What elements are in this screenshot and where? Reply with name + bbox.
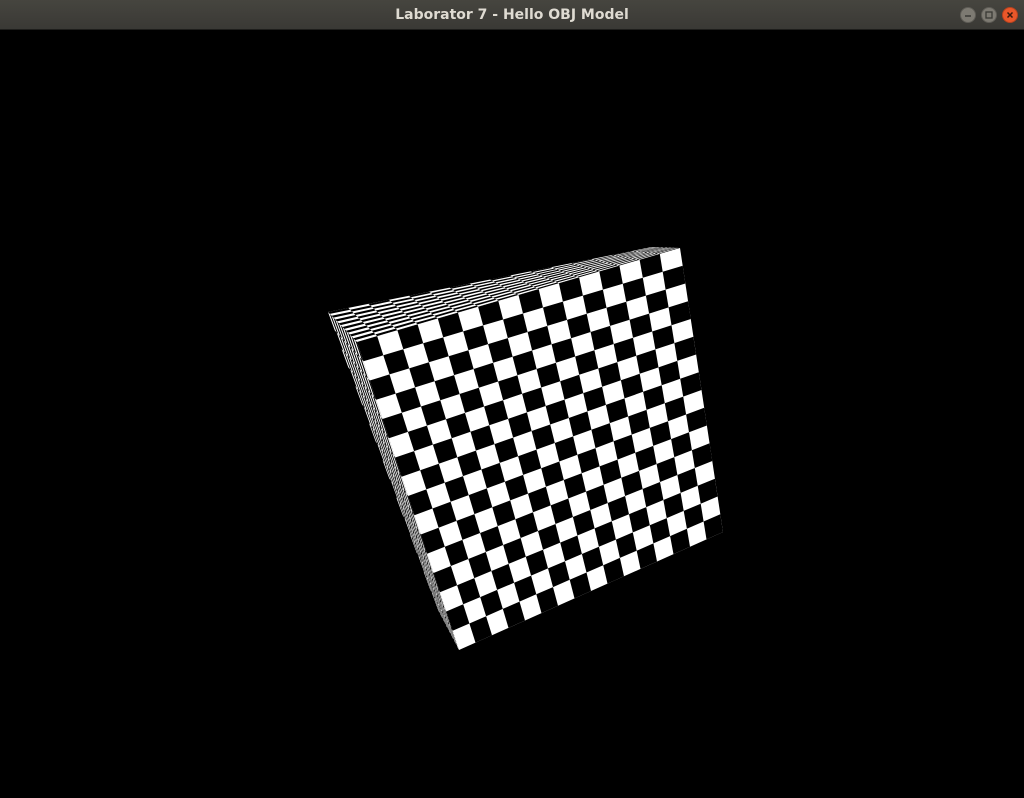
- minimize-button[interactable]: [960, 7, 976, 23]
- maximize-icon: [985, 11, 993, 19]
- checkerboard-cube: [328, 247, 723, 650]
- window-title: Laborator 7 - Hello OBJ Model: [395, 7, 629, 23]
- window-controls: [960, 7, 1018, 23]
- title-bar[interactable]: Laborator 7 - Hello OBJ Model: [0, 0, 1024, 30]
- close-icon: [1006, 11, 1014, 19]
- minimize-icon: [965, 15, 971, 17]
- close-button[interactable]: [1002, 7, 1018, 23]
- render-canvas[interactable]: [0, 30, 1024, 798]
- maximize-button[interactable]: [981, 7, 997, 23]
- app-window: Laborator 7 - Hello OBJ Model: [0, 0, 1024, 798]
- render-viewport[interactable]: [0, 30, 1024, 798]
